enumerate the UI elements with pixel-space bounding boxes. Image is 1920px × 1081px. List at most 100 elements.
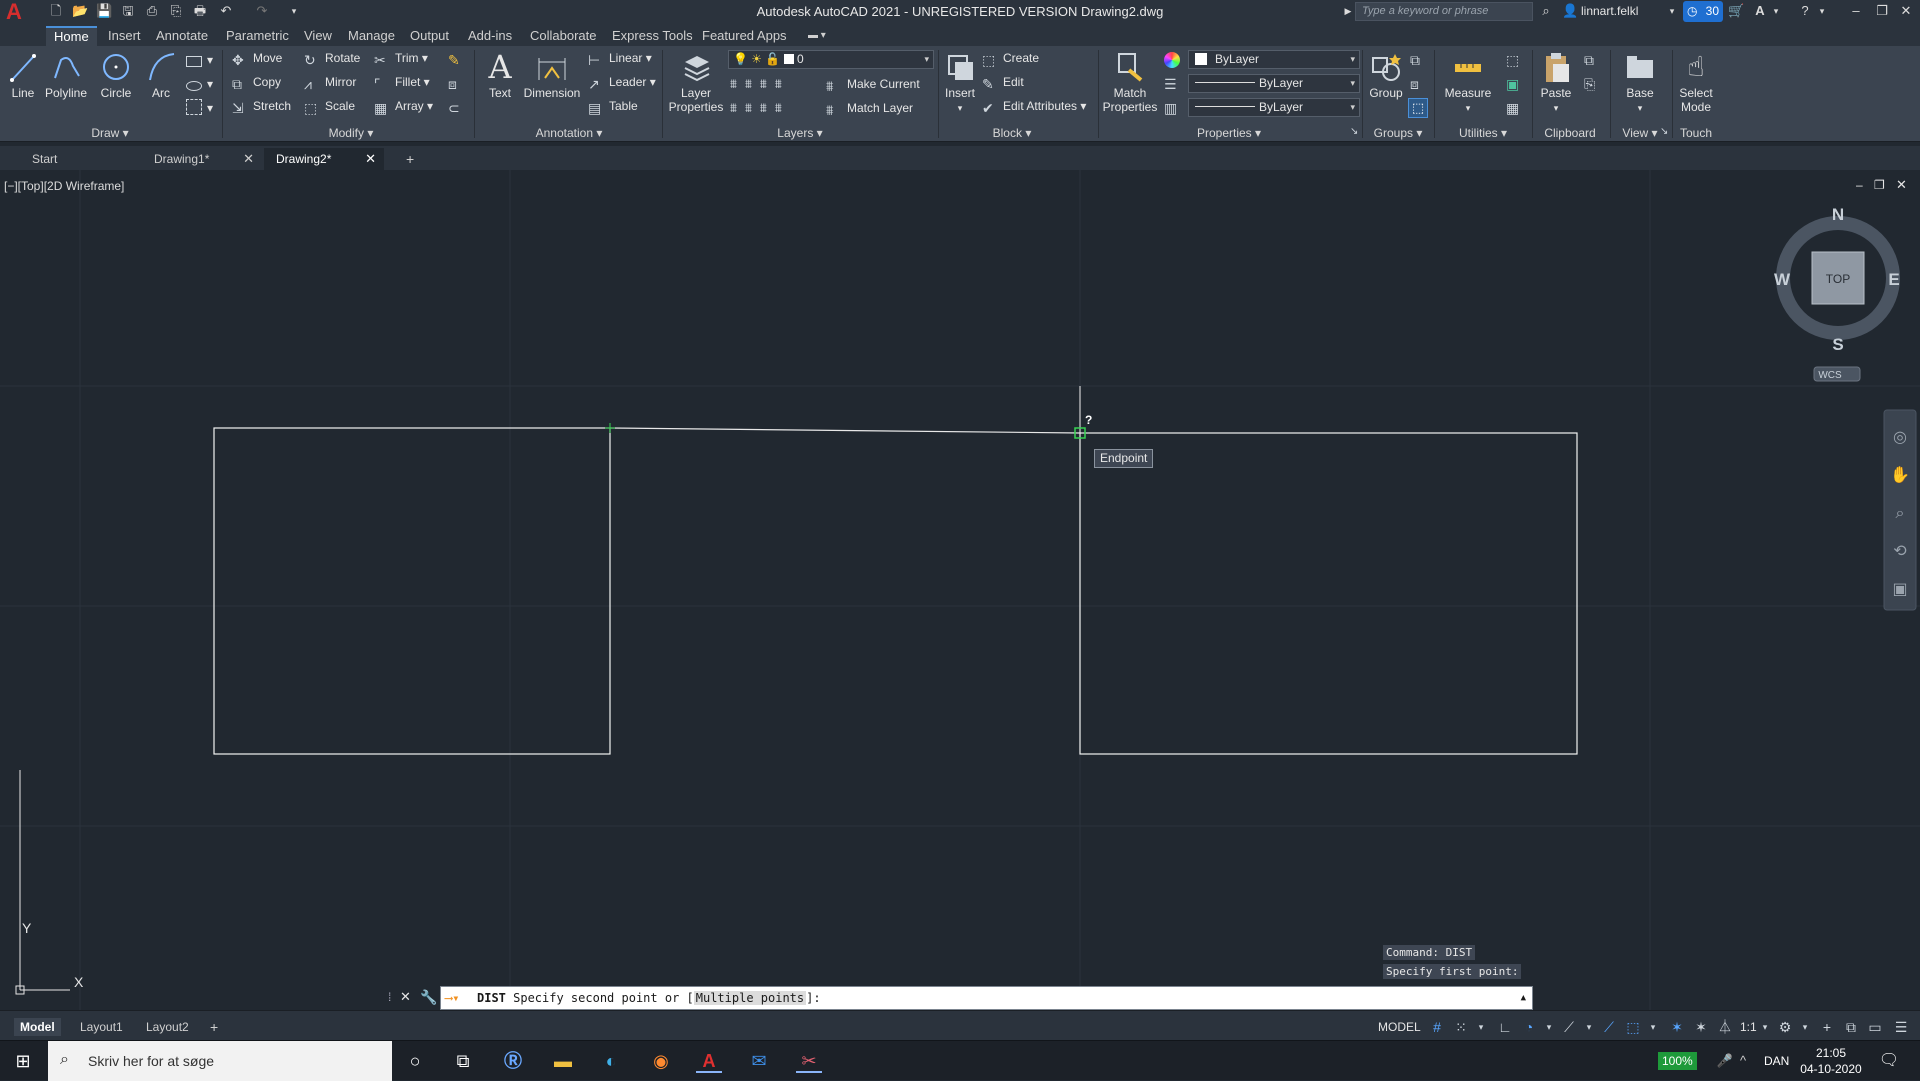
tab-express-tools[interactable]: Express Tools bbox=[604, 26, 701, 46]
cut-clip-icon[interactable]: ⎘ bbox=[1584, 76, 1595, 93]
viewcube-top-face[interactable]: TOP bbox=[1826, 272, 1850, 286]
linetype-dropdown[interactable]: ByLayer ▾ bbox=[1188, 74, 1360, 93]
user-name[interactable]: linnart.felkl bbox=[1581, 4, 1638, 18]
lineweight-dropdown[interactable]: ByLayer ▾ bbox=[1188, 98, 1360, 117]
table-button[interactable]: ▤ Table bbox=[588, 96, 638, 116]
move-button[interactable]: ✥ Move bbox=[232, 48, 282, 68]
isolate-objects-icon[interactable]: ⧉ bbox=[1842, 1018, 1860, 1036]
annotation-monitor-icon[interactable]: + bbox=[1818, 1018, 1836, 1036]
close-icon[interactable]: ✕ bbox=[1898, 3, 1914, 19]
viewport-close-icon[interactable]: ✕ bbox=[1896, 177, 1907, 193]
workspace-gear-icon[interactable]: ⚙ bbox=[1776, 1018, 1794, 1036]
snap-icon[interactable]: ⁙ bbox=[1452, 1018, 1470, 1036]
offset-button[interactable]: ⊂ bbox=[448, 96, 469, 116]
viewport-minimize-icon[interactable]: – bbox=[1856, 178, 1863, 192]
dimension-button[interactable]: Dimension bbox=[522, 50, 582, 100]
lineweight-icon[interactable]: ▥ bbox=[1164, 100, 1177, 117]
group-edit-icon[interactable]: ⧈ bbox=[1410, 76, 1419, 93]
command-option-multiple-points[interactable]: Multiple points bbox=[693, 991, 807, 1005]
linear-button[interactable]: ⊢ Linear ▾ bbox=[588, 48, 652, 68]
compass-east[interactable]: E bbox=[1888, 270, 1899, 289]
layer-tools-row-1[interactable]: ⩩⩩⩩⩩ bbox=[730, 74, 790, 94]
autodesk-a360-icon[interactable]: A bbox=[1752, 3, 1768, 19]
layers-panel-title[interactable]: Layers ▾ bbox=[664, 124, 936, 142]
tab-annotate[interactable]: Annotate bbox=[148, 26, 216, 46]
polar-dropdown-icon[interactable]: ▾ bbox=[1540, 1018, 1558, 1036]
color-wheel-icon[interactable] bbox=[1164, 52, 1180, 68]
polyline-button[interactable]: Polyline bbox=[44, 50, 88, 100]
scale-button[interactable]: ⬚ Scale bbox=[304, 96, 355, 116]
windows-start-icon[interactable]: ⊞ bbox=[10, 1049, 36, 1073]
annotation-scale-value[interactable]: 1:1 bbox=[1740, 1020, 1757, 1034]
taskbar-clock[interactable]: 21:05 04-10-2020 bbox=[1786, 1045, 1876, 1077]
tab-add-ins[interactable]: Add-ins bbox=[460, 26, 520, 46]
tab-view[interactable]: View bbox=[296, 26, 340, 46]
show-hidden-icons[interactable]: ^ bbox=[1730, 1049, 1756, 1073]
command-close-icon[interactable]: ✕ bbox=[400, 989, 411, 1005]
object-snap-dropdown-icon[interactable]: ▾ bbox=[1644, 1018, 1662, 1036]
minimize-icon[interactable]: – bbox=[1848, 3, 1864, 19]
mail-icon[interactable]: ✉ bbox=[746, 1049, 772, 1073]
fillet-button[interactable]: ⌜ Fillet ▾ bbox=[374, 72, 430, 92]
compass-north[interactable]: N bbox=[1832, 205, 1844, 224]
stretch-button[interactable]: ⇲ Stretch bbox=[232, 96, 291, 116]
subscription-badge[interactable]: ◷ 30 bbox=[1683, 1, 1723, 22]
viewport-controls-label[interactable]: [−][Top][2D Wireframe] bbox=[4, 179, 124, 193]
draw-panel-title[interactable]: Draw ▾ bbox=[0, 124, 220, 142]
close-icon[interactable]: ✕ bbox=[243, 148, 254, 170]
layer-tools-row-2[interactable]: ⩩⩩⩩⩩ bbox=[730, 98, 790, 118]
utilities-panel-title[interactable]: Utilities ▾ bbox=[1436, 124, 1530, 142]
autocad-taskbar-icon[interactable]: A bbox=[696, 1049, 722, 1073]
groups-panel-title[interactable]: Groups ▾ bbox=[1364, 124, 1432, 142]
tab-start[interactable]: Start bbox=[20, 148, 140, 170]
search-icon[interactable]: ⌕ bbox=[1538, 3, 1554, 19]
insert-button[interactable]: Insert ▾ bbox=[942, 50, 978, 115]
edit-attributes-button[interactable]: ✔ Edit Attributes ▾ bbox=[982, 96, 1086, 116]
cortana-icon[interactable]: ○ bbox=[402, 1049, 428, 1073]
restore-icon[interactable]: ❐ bbox=[1874, 3, 1890, 19]
tab-collaborate[interactable]: Collaborate bbox=[522, 26, 605, 46]
orbit-icon[interactable]: ⟲ bbox=[1893, 543, 1907, 560]
make-current-button[interactable]: ⩩ Make Current bbox=[826, 74, 920, 94]
help-dropdown-icon[interactable]: ▾ bbox=[1814, 3, 1830, 19]
close-icon[interactable]: ✕ bbox=[365, 148, 376, 170]
tab-home[interactable]: Home bbox=[46, 26, 97, 46]
quick-select-icon[interactable]: ⬚ bbox=[1506, 52, 1519, 69]
copy-clip-icon[interactable]: ⧉ bbox=[1584, 52, 1594, 69]
taskbar-search-input[interactable]: Skriv her for at søge bbox=[48, 1041, 392, 1081]
layer-properties-button[interactable]: Layer Properties bbox=[668, 50, 724, 114]
annotation-scale-icon[interactable]: ⏃ bbox=[1716, 1018, 1734, 1036]
create-block-button[interactable]: ⬚ Create bbox=[982, 48, 1039, 68]
grid-icon[interactable]: # bbox=[1428, 1018, 1446, 1036]
file-explorer-icon[interactable]: ▬ bbox=[550, 1049, 576, 1073]
text-button[interactable]: A Text bbox=[484, 50, 516, 100]
ribbon-minimize-icon[interactable]: ▬ ▾ bbox=[800, 26, 834, 46]
edit-block-button[interactable]: ✎ Edit bbox=[982, 72, 1024, 92]
firefox-icon[interactable]: ◉ bbox=[648, 1049, 674, 1073]
tab-featured-apps[interactable]: Featured Apps bbox=[694, 26, 795, 46]
paste-button[interactable]: Paste ▾ bbox=[1538, 50, 1574, 115]
snipping-tool-icon[interactable]: ✂ bbox=[796, 1049, 822, 1073]
tab-insert[interactable]: Insert bbox=[100, 26, 149, 46]
user-icon[interactable]: 👤 bbox=[1562, 3, 1578, 19]
properties-launcher-icon[interactable]: ↘ bbox=[1350, 126, 1358, 137]
touch-panel-title[interactable]: Touch bbox=[1674, 124, 1718, 142]
isodraft-icon[interactable]: ⟋ bbox=[1560, 1018, 1578, 1036]
model-space-button[interactable]: MODEL bbox=[1378, 1020, 1421, 1034]
region-button[interactable]: ▾ bbox=[186, 98, 213, 118]
measure-button[interactable]: Measure ▾ bbox=[1440, 50, 1496, 115]
pan-icon[interactable]: ✋ bbox=[1890, 465, 1910, 484]
clean-screen-icon[interactable]: ▭ bbox=[1866, 1018, 1884, 1036]
tab-model[interactable]: Model bbox=[14, 1018, 61, 1036]
command-line-input[interactable]: ⟶▾ DIST Specify second point or [Multipl… bbox=[440, 986, 1533, 1010]
object-snap-tracking-icon[interactable]: ⟋ bbox=[1600, 1018, 1618, 1036]
line-button[interactable]: Line bbox=[8, 50, 38, 100]
rectangle-right[interactable] bbox=[1079, 432, 1578, 755]
erase-button[interactable]: ✎ bbox=[448, 48, 469, 68]
rotate-button[interactable]: ↻ Rotate bbox=[304, 48, 360, 68]
user-dropdown-icon[interactable]: ▾ bbox=[1664, 3, 1680, 19]
tab-manage[interactable]: Manage bbox=[340, 26, 403, 46]
ungroup-icon[interactable]: ⧉ bbox=[1410, 52, 1420, 69]
customization-icon[interactable]: ☰ bbox=[1892, 1018, 1910, 1036]
steering-wheel-icon[interactable]: ◎ bbox=[1893, 429, 1907, 446]
